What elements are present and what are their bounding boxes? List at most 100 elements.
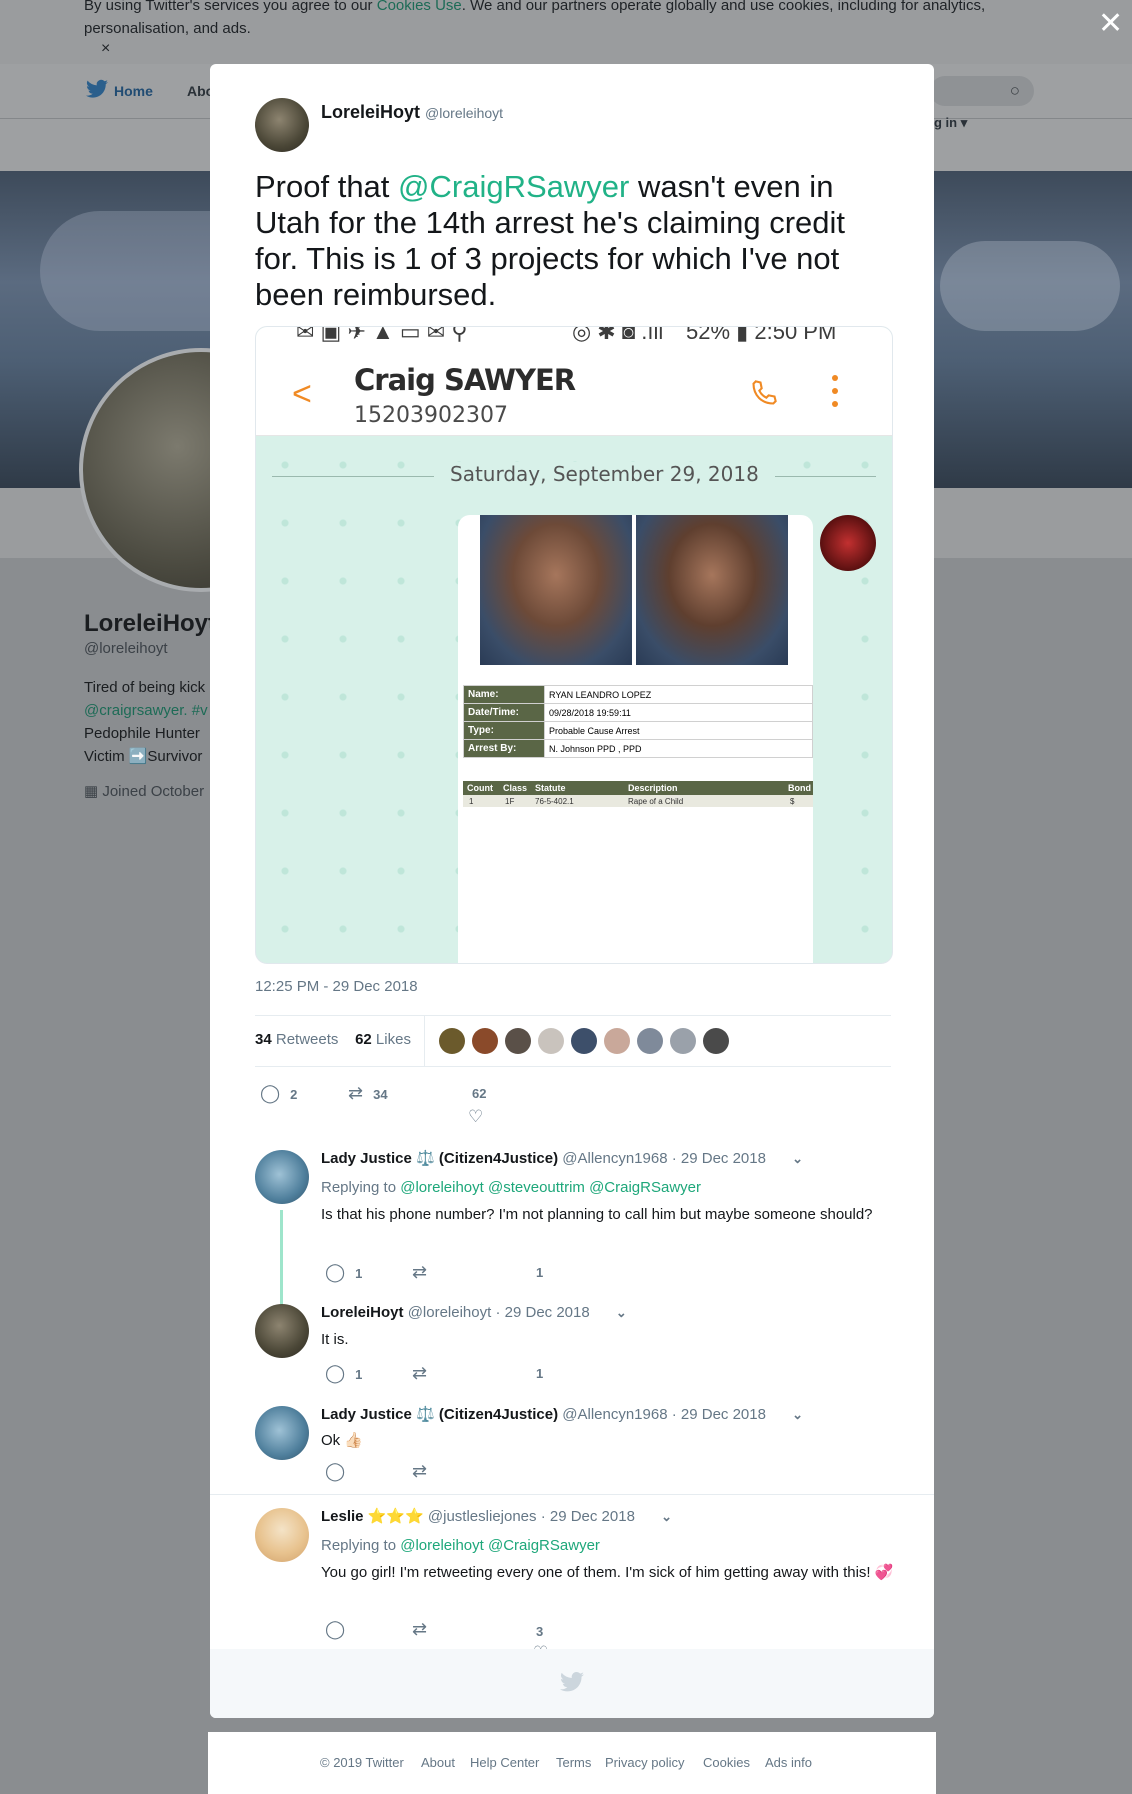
tweet-timestamp[interactable]: 12:25 PM - 29 Dec 2018	[255, 978, 418, 995]
charges-cell: 76-5-402.1	[535, 797, 574, 806]
like-button[interactable]: ♡	[468, 1107, 483, 1127]
chevron-down-icon[interactable]: ⌄	[616, 1305, 627, 1320]
reply-text: You go girl! I'm retweeting every one of…	[321, 1564, 894, 1581]
replying-to: Replying to @loreleihoyt @CraigRSawyer	[321, 1537, 600, 1554]
reply-button[interactable]: ◯	[325, 1619, 355, 1640]
reply-date[interactable]: · 29 Dec 2018	[672, 1150, 766, 1167]
retweet-icon: ⇄	[412, 1262, 428, 1282]
nav-home-link[interactable]: Home	[114, 83, 153, 99]
author-avatar[interactable]	[255, 98, 309, 152]
reply-name[interactable]: Leslie ⭐⭐⭐	[321, 1508, 424, 1525]
liker-avatar[interactable]	[505, 1028, 531, 1054]
liker-avatar[interactable]	[670, 1028, 696, 1054]
replying-to-links[interactable]: @loreleihoyt @CraigRSawyer	[400, 1537, 600, 1554]
reply-avatar[interactable]	[255, 1150, 309, 1204]
replying-to-links[interactable]: @loreleihoyt @steveouttrim @CraigRSawyer	[400, 1179, 701, 1196]
footer-privacy-link[interactable]: Privacy policy	[605, 1755, 684, 1770]
footer-terms-link[interactable]: Terms	[556, 1755, 591, 1770]
reply-button[interactable]: ◯ 1	[325, 1262, 362, 1283]
reply-date[interactable]: · 29 Dec 2018	[541, 1508, 635, 1525]
chevron-down-icon[interactable]: ⌄	[661, 1509, 672, 1524]
author-name[interactable]: LoreleiHoyt	[321, 102, 420, 122]
reply-author[interactable]: LoreleiHoyt @loreleihoyt · 29 Dec 2018 ⌄	[321, 1304, 627, 1321]
retweet-icon: ⇄	[412, 1363, 428, 1383]
charges-col: Statute	[535, 783, 566, 793]
likes-stat[interactable]: 62 Likes	[355, 1031, 411, 1048]
profile-bio: Tired of being kick @craigrsawyer. #v Pe…	[84, 676, 214, 768]
reply-button[interactable]: ◯ 1	[325, 1363, 362, 1384]
profile-name[interactable]: LoreleiHoyt	[84, 610, 216, 638]
joined-date: Joined October	[102, 783, 205, 800]
reply-date[interactable]: · 29 Dec 2018	[495, 1304, 589, 1321]
twitter-bird-icon	[86, 79, 108, 98]
reply-author[interactable]: Lady Justice ⚖️ (Citizen4Justice) @Allen…	[321, 1149, 803, 1167]
reply-text: Is that his phone number? I'm not planni…	[321, 1206, 873, 1223]
chevron-down-icon[interactable]: ⌄	[792, 1151, 803, 1166]
tweet-text-part: Proof that	[255, 169, 399, 204]
tweet-image[interactable]: ✉ ▣ ✈ ▲ ▭ ✉ ⚲ ◎ ✱ ◙ .ıll 52% ▮ 2:50 PM <…	[255, 326, 893, 964]
record-label: Type:	[463, 721, 545, 740]
reply-author[interactable]: Leslie ⭐⭐⭐ @justlesliejones · 29 Dec 201…	[321, 1507, 672, 1525]
reply-icon: ◯	[260, 1083, 281, 1103]
back-arrow-icon: <	[292, 375, 312, 413]
sender-avatar	[820, 515, 876, 571]
reply-icon: ◯	[325, 1619, 346, 1639]
liker-avatar[interactable]	[439, 1028, 465, 1054]
reply-button[interactable]: ◯	[325, 1461, 355, 1482]
reply-author[interactable]: Lady Justice ⚖️ (Citizen4Justice) @Allen…	[321, 1405, 803, 1423]
tweet-modal: LoreleiHoyt @loreleihoyt Proof that @Cra…	[210, 64, 934, 1718]
reply-button[interactable]: ◯ 2	[260, 1083, 297, 1104]
bio-line: Pedophile Hunter	[84, 725, 200, 742]
mention-link[interactable]: @CraigRSawyer	[398, 169, 629, 204]
record-label: Name:	[463, 685, 545, 704]
reply-avatar[interactable]	[255, 1406, 309, 1460]
reply-name[interactable]: Lady Justice ⚖️ (Citizen4Justice)	[321, 1150, 558, 1167]
retweet-button[interactable]: ⇄	[412, 1262, 437, 1283]
reply-handle[interactable]: @Allencyn1968	[562, 1406, 667, 1423]
footer-cookies-link[interactable]: Cookies	[703, 1755, 750, 1770]
footer-help-link[interactable]: Help Center	[470, 1755, 539, 1770]
calendar-icon: ▦	[84, 783, 103, 800]
cookies-use-link[interactable]: Cookies Use	[377, 0, 462, 14]
reply-icon: ◯	[325, 1461, 346, 1481]
reply-date[interactable]: · 29 Dec 2018	[672, 1406, 766, 1423]
reply-text: Ok 👍🏻	[321, 1432, 364, 1449]
charges-header: Count Class Statute Description Bond	[463, 781, 813, 795]
search-box[interactable]: ○	[930, 76, 1034, 106]
reply-handle[interactable]: @justlesliejones	[428, 1508, 537, 1525]
tweet-author[interactable]: LoreleiHoyt @loreleihoyt	[321, 102, 503, 123]
like-button[interactable]: 1	[536, 1366, 543, 1381]
cookie-dismiss-button[interactable]: ×	[101, 40, 110, 58]
retweet-button[interactable]: ⇄	[412, 1461, 437, 1482]
phone-icon	[752, 380, 777, 405]
reply-name[interactable]: LoreleiHoyt	[321, 1304, 404, 1321]
reply-handle[interactable]: @Allencyn1968	[562, 1150, 667, 1167]
footer-ads-link[interactable]: Ads info	[765, 1755, 812, 1770]
reply-avatar[interactable]	[255, 1304, 309, 1358]
retweet-button[interactable]: ⇄	[412, 1619, 437, 1640]
liker-avatar[interactable]	[604, 1028, 630, 1054]
reply-avatar[interactable]	[255, 1508, 309, 1562]
retweet-icon: ⇄	[412, 1619, 428, 1639]
author-handle[interactable]: @loreleihoyt	[425, 105, 503, 121]
reply-handle[interactable]: @loreleihoyt	[408, 1304, 492, 1321]
like-button[interactable]: 1	[536, 1265, 543, 1280]
close-modal-button[interactable]: ✕	[1098, 6, 1123, 41]
liker-avatar[interactable]	[472, 1028, 498, 1054]
liker-avatar[interactable]	[538, 1028, 564, 1054]
tweet-stats: 34 Retweets 62 Likes	[255, 1031, 411, 1048]
retweet-button[interactable]: ⇄	[412, 1363, 437, 1384]
reply-name[interactable]: Lady Justice ⚖️ (Citizen4Justice)	[321, 1406, 558, 1423]
mugshot-profile	[636, 515, 788, 665]
sms-header: < Craig SAWYER 15203902307	[256, 345, 892, 436]
retweets-stat[interactable]: 34 Retweets	[255, 1031, 338, 1048]
liker-avatar[interactable]	[637, 1028, 663, 1054]
liker-avatar[interactable]	[703, 1028, 729, 1054]
liker-avatar[interactable]	[571, 1028, 597, 1054]
bio-link[interactable]: @craigrsawyer. #v	[84, 699, 214, 722]
retweet-icon: ⇄	[412, 1461, 428, 1481]
retweet-button[interactable]: ⇄ 34	[348, 1083, 388, 1104]
footer-about-link[interactable]: About	[421, 1755, 455, 1770]
login-dropdown[interactable]: g in ▾	[934, 115, 967, 131]
chevron-down-icon[interactable]: ⌄	[792, 1407, 803, 1422]
